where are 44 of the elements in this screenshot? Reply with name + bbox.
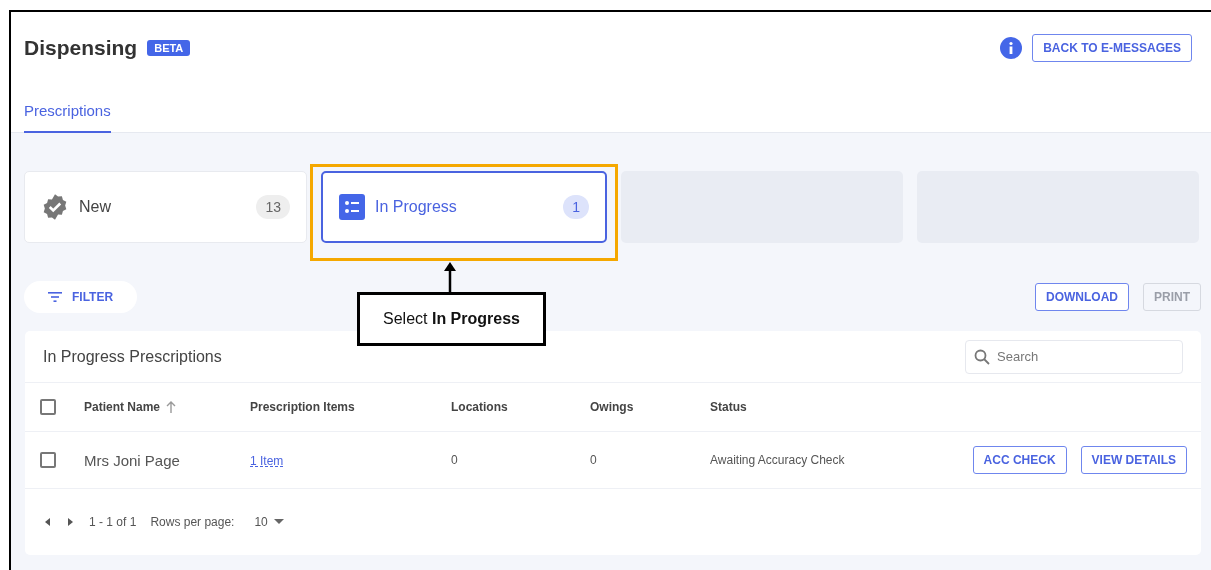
card-label: New xyxy=(79,198,112,216)
count-badge: 13 xyxy=(256,195,290,219)
row-checkbox[interactable] xyxy=(40,452,56,468)
next-page-button[interactable] xyxy=(66,516,75,528)
table-cell-text: Awaiting Accuracy Check xyxy=(710,453,846,467)
column-header[interactable]: Status xyxy=(710,400,747,414)
back-button[interactable]: BACK TO E-MESSAGES xyxy=(1032,34,1192,62)
filter-icon xyxy=(48,292,62,302)
status-card[interactable]: New 13 xyxy=(24,171,307,243)
row-action-button[interactable]: VIEW DETAILS xyxy=(1080,446,1187,474)
list-icon xyxy=(339,194,365,220)
rows-per-page-select[interactable]: 10 xyxy=(248,514,290,530)
row-action-button[interactable]: ACC CHECK xyxy=(972,446,1067,474)
download-button[interactable]: DOWNLOAD xyxy=(1035,283,1129,311)
search-field[interactable]: Search xyxy=(965,339,1183,374)
column-header[interactable]: Owings xyxy=(590,400,634,414)
page-range: 1 - 1 of 1 xyxy=(89,515,137,529)
callout-text: Select In Progress xyxy=(357,292,546,346)
table-title: In Progress Prescriptions xyxy=(43,347,222,366)
table-cell-text: 0 xyxy=(590,453,598,467)
table-cell-text: 0 xyxy=(451,453,459,467)
column-header[interactable]: Prescription Items xyxy=(250,400,355,414)
beta-badge: BETA xyxy=(147,40,191,56)
caret-left-icon xyxy=(45,518,50,526)
info-icon[interactable] xyxy=(1000,37,1023,59)
rows-per-page-label: Rows per page: xyxy=(150,515,235,529)
status-card[interactable]: In Progress 1 xyxy=(321,171,607,243)
pointer-arrow xyxy=(444,262,456,292)
caret-right-icon xyxy=(68,518,73,526)
filter-button[interactable]: FILTER xyxy=(24,281,138,313)
table-cell-text: Mrs Joni Page xyxy=(84,451,181,469)
previous-page-button[interactable] xyxy=(43,516,52,528)
sort-arrow-icon[interactable] xyxy=(166,401,177,413)
card-label: In Progress xyxy=(375,198,458,216)
caret-icon xyxy=(273,519,284,525)
verified-badge-icon xyxy=(41,193,69,221)
column-header[interactable]: Patient Name xyxy=(84,400,161,414)
search-icon xyxy=(974,348,990,365)
page-title: Dispensing xyxy=(24,36,138,60)
column-header[interactable]: Locations xyxy=(451,400,508,414)
select-all-checkbox[interactable] xyxy=(40,399,56,415)
items-link[interactable]: 1 Item xyxy=(250,454,284,468)
count-badge: 1 xyxy=(563,195,589,219)
tab[interactable]: Prescriptions xyxy=(24,102,111,133)
